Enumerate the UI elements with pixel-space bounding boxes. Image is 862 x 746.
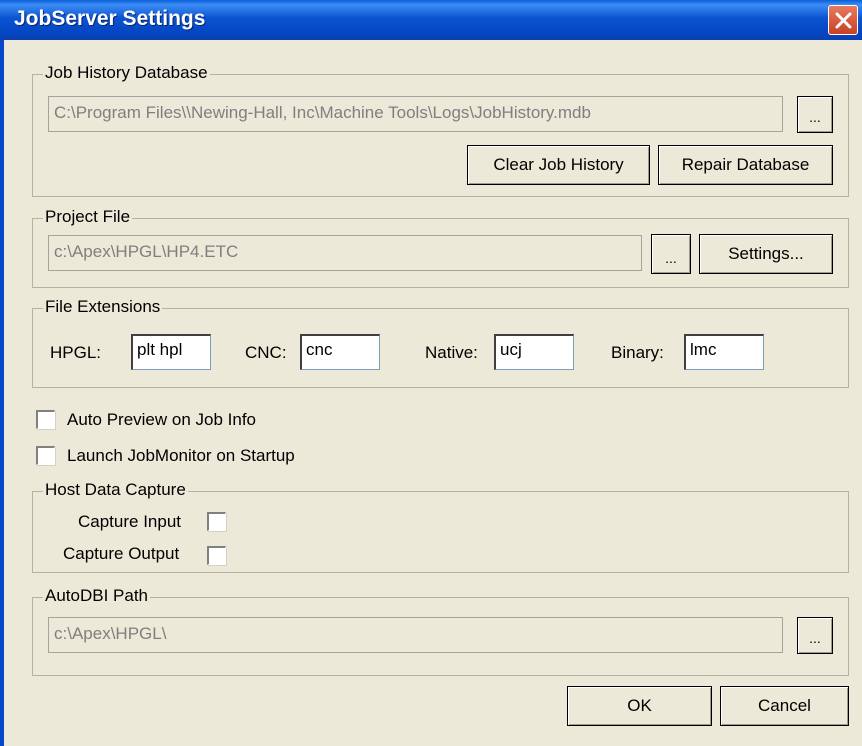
- host-data-capture-group-label: Host Data Capture: [43, 480, 188, 500]
- project-file-group-label: Project File: [43, 207, 133, 227]
- project-file-path-field[interactable]: c:\Apex\HPGL\HP4.ETC: [48, 235, 642, 271]
- launch-monitor-checkbox[interactable]: [36, 446, 55, 465]
- file-extensions-group-label: File Extensions: [43, 297, 163, 317]
- cnc-label: CNC:: [245, 343, 287, 362]
- autodbi-group-label: AutoDBI Path: [43, 586, 151, 606]
- project-settings-button[interactable]: Settings...: [699, 234, 833, 274]
- job-history-path-field[interactable]: C:\Program Files\\Newing-Hall, Inc\Machi…: [48, 96, 783, 132]
- cancel-button[interactable]: Cancel: [720, 686, 849, 726]
- auto-preview-checkbox[interactable]: [36, 410, 55, 429]
- binary-extension-input[interactable]: lmc: [684, 334, 764, 370]
- cnc-extension-input[interactable]: cnc: [300, 334, 380, 370]
- auto-preview-label[interactable]: Auto Preview on Job Info: [67, 410, 256, 430]
- project-file-browse-button[interactable]: ...: [651, 234, 691, 274]
- hpgl-label: HPGL:: [50, 343, 102, 362]
- title-bar[interactable]: JobServer Settings: [0, 0, 862, 40]
- close-button[interactable]: [828, 5, 858, 35]
- launch-monitor-label[interactable]: Launch JobMonitor on Startup: [67, 446, 295, 466]
- capture-output-label[interactable]: Capture Output: [63, 544, 179, 564]
- autodbi-browse-button[interactable]: ...: [797, 617, 833, 654]
- clear-job-history-button[interactable]: Clear Job History: [467, 145, 650, 185]
- job-history-browse-button[interactable]: ...: [797, 96, 833, 133]
- repair-database-button[interactable]: Repair Database: [658, 145, 833, 185]
- job-history-group-label: Job History Database: [43, 63, 210, 83]
- ok-button[interactable]: OK: [567, 686, 712, 726]
- capture-output-checkbox[interactable]: [207, 546, 226, 565]
- autodbi-path-field[interactable]: c:\Apex\HPGL\: [48, 617, 783, 653]
- hpgl-extension-input[interactable]: plt hpl: [131, 334, 211, 370]
- window-frame: [0, 40, 4, 746]
- close-icon: [835, 12, 852, 29]
- native-label: Native:: [425, 343, 478, 362]
- window-title: JobServer Settings: [14, 7, 206, 30]
- capture-input-label[interactable]: Capture Input: [78, 512, 181, 532]
- settings-dialog: JobServer Settings Job History Database …: [0, 0, 862, 746]
- binary-label: Binary:: [611, 343, 664, 362]
- capture-input-checkbox[interactable]: [207, 512, 226, 531]
- native-extension-input[interactable]: ucj: [494, 334, 574, 370]
